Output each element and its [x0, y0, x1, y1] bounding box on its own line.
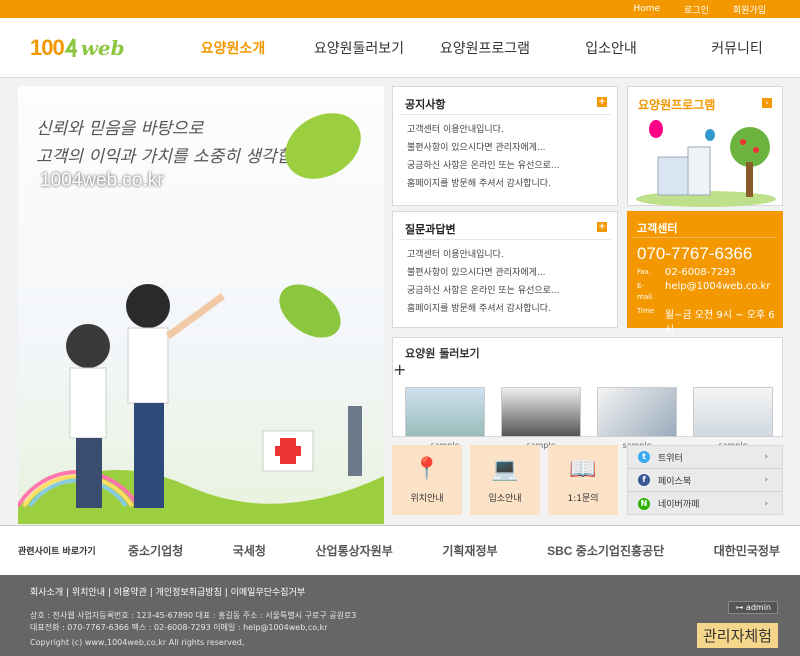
thumb-image: [501, 387, 581, 437]
tour-thumb[interactable]: sample: [693, 387, 773, 450]
hero-illustration: [18, 113, 384, 524]
nav-item-tour[interactable]: 요양원둘러보기: [296, 38, 422, 58]
related-logo[interactable]: 국세청: [233, 542, 266, 559]
quick-location[interactable]: 📍 위치안내: [392, 445, 462, 515]
program-more-icon[interactable]: ›: [762, 98, 772, 108]
nav-item-program[interactable]: 요양원프로그램: [422, 38, 548, 58]
admin-button[interactable]: ⊶ admin: [728, 601, 778, 614]
quick-inquiry[interactable]: 📖 1:1문의: [548, 445, 618, 515]
notice-panel: 공지사항 + 고객센터 이용안내입니다. 불편사항이 있으시다면 관리자에게..…: [392, 86, 618, 206]
laptop-icon: 💻: [491, 457, 519, 482]
twitter-icon: t: [638, 451, 650, 463]
time-label: Time: [637, 307, 655, 315]
header: 100 web 요양원소개 요양원둘러보기 요양원프로그램 입소안내 커뮤니티: [0, 18, 800, 78]
login-link[interactable]: 로그인: [672, 3, 721, 16]
tour-title: 요양원 둘러보기: [405, 347, 480, 360]
footer-company: 상호 : 천사웹 사업자등록번호 : 123-45-67890 대표 : 홍길동…: [30, 611, 357, 620]
book-icon: 📖: [569, 457, 597, 482]
customer-center-panel: 고객센터 070-7767-6366 Fax. 02-6008-7293 E-ma…: [627, 211, 783, 336]
naver-icon: N: [638, 497, 650, 510]
list-item[interactable]: 고객센터 이용안내입니다.: [407, 121, 617, 139]
top-utility-bar: Home 로그인 회원가입: [0, 0, 800, 18]
main-content: 신뢰와 믿음을 바탕으로 고객의 이익과 가치를 소중히 생각합니다 1004w…: [0, 78, 800, 525]
qna-panel: 질문과답변 + 고객센터 이용안내입니다. 불편사항이 있으시다면 관리자에게.…: [392, 211, 618, 328]
hero-banner: 신뢰와 믿음을 바탕으로 고객의 이익과 가치를 소중히 생각합니다 1004w…: [18, 86, 384, 524]
map-pin-icon: 📍: [413, 457, 441, 482]
nav-item-admission[interactable]: 입소안내: [548, 38, 674, 58]
home-link[interactable]: Home: [621, 4, 672, 14]
main-nav: 요양원소개 요양원둘러보기 요양원프로그램 입소안내 커뮤니티: [170, 38, 800, 58]
list-item[interactable]: 궁금하신 사항은 온라인 또는 유선으로...: [407, 282, 617, 300]
program-illustration: [636, 120, 776, 207]
qna-title: 질문과답변: [399, 212, 611, 240]
tour-more-icon[interactable]: +: [393, 360, 782, 379]
fax-label: Fax.: [637, 268, 652, 276]
related-logo[interactable]: 대한민국정부: [714, 542, 780, 559]
footer-copyright: Copyright (c) www,1004web,co,kr All righ…: [30, 638, 245, 647]
cs-fax-row: Fax. 02-6008-7293: [627, 264, 783, 278]
footer-info: 상호 : 천사웹 사업자등록번호 : 123-45-67890 대표 : 홍길동…: [30, 610, 800, 634]
qna-more-icon[interactable]: +: [597, 222, 607, 232]
thumb-image: [693, 387, 773, 437]
footer-links[interactable]: 회사소개 | 위치안내 | 이용약관 | 개인정보취급방침 | 이메일무단수집거…: [30, 585, 800, 598]
logo-word: web: [80, 35, 125, 60]
program-panel[interactable]: 요양원프로그램 ›: [627, 86, 783, 207]
site-logo[interactable]: 100 web: [0, 35, 170, 61]
sns-label: 트위터: [658, 453, 683, 464]
fax-value: 02-6008-7293: [665, 267, 736, 278]
sns-facebook[interactable]: f 페이스북 ›: [628, 469, 782, 492]
facebook-icon: f: [638, 474, 650, 486]
notice-more-icon[interactable]: +: [597, 97, 607, 107]
list-item[interactable]: 고객센터 이용안내입니다.: [407, 246, 617, 264]
email-label: E-mail.: [637, 282, 655, 301]
tour-thumb[interactable]: sample: [597, 387, 677, 450]
list-item[interactable]: 홈페이지를 방문해 주셔서 감사합니다.: [407, 300, 617, 318]
nav-item-about[interactable]: 요양원소개: [170, 38, 296, 58]
list-item[interactable]: 불편사항이 있으시다면 관리자에게...: [407, 264, 617, 282]
admin-experience-button[interactable]: 관리자체험: [696, 623, 778, 648]
related-title: 관련사이트 바로가기: [18, 547, 96, 557]
program-title: 요양원프로그램: [638, 98, 716, 112]
cs-phone: 070-7767-6366: [637, 244, 753, 263]
related-logo[interactable]: 기획재정부: [442, 542, 497, 559]
email-value: help@1004web.co.kr: [665, 281, 771, 292]
quick-label: 위치안내: [410, 494, 444, 504]
quick-admission[interactable]: 💻 입소안내: [470, 445, 540, 515]
tour-panel: 요양원 둘러보기 + sample sample sample sample: [392, 337, 783, 450]
list-item[interactable]: 궁금하신 사항은 온라인 또는 유선으로...: [407, 157, 617, 175]
cs-email-row: E-mail. help@1004web.co.kr: [627, 278, 783, 303]
chevron-right-icon: ›: [764, 475, 768, 485]
sns-label: 페이스북: [658, 476, 692, 487]
related-logo[interactable]: SBC 중소기업진흥공단: [547, 542, 664, 559]
join-link[interactable]: 회원가입: [721, 3, 778, 16]
tour-thumb[interactable]: sample: [501, 387, 581, 450]
quick-label: 1:1문의: [567, 494, 599, 504]
chevron-right-icon: ›: [764, 452, 768, 462]
quick-label: 입소안내: [488, 494, 522, 504]
related-sites-bar: 관련사이트 바로가기 중소기업청 국세청 산업통상자원부 기획재정부 SBC 중…: [0, 525, 800, 575]
cs-title: 고객센터: [633, 211, 777, 238]
logo-number: 100: [30, 34, 65, 60]
sns-panel: t 트위터 › f 페이스북 › N 네이버까페 ›: [627, 445, 783, 515]
thumb-image: [597, 387, 677, 437]
thumb-image: [405, 387, 485, 437]
logo-four-icon: [64, 37, 77, 57]
footer-contact: 대표전화 : 070-7767-6366 팩스 : 02-6008-7293 이…: [30, 623, 328, 632]
sns-label: 네이버까페: [658, 500, 700, 510]
notice-title: 공지사항: [399, 87, 611, 115]
footer: 회사소개 | 위치안내 | 이용약관 | 개인정보취급방침 | 이메일무단수집거…: [0, 575, 800, 656]
list-item[interactable]: 불편사항이 있으시다면 관리자에게...: [407, 139, 617, 157]
sns-naver-cafe[interactable]: N 네이버까페 ›: [628, 492, 782, 515]
related-logo[interactable]: 산업통상자원부: [315, 542, 392, 559]
related-logo[interactable]: 중소기업청: [128, 542, 183, 559]
chevron-right-icon: ›: [764, 498, 768, 509]
list-item[interactable]: 홈페이지를 방문해 주셔서 감사합니다.: [407, 175, 617, 193]
sns-twitter[interactable]: t 트위터 ›: [628, 446, 782, 469]
tour-thumb[interactable]: sample: [405, 387, 485, 450]
cs-time-row: Time 월~금 오전 9시 ~ 오후 6시: [627, 303, 783, 336]
nav-item-community[interactable]: 커뮤니티: [674, 38, 800, 58]
time-value: 월~금 오전 9시 ~ 오후 6시: [664, 310, 775, 336]
